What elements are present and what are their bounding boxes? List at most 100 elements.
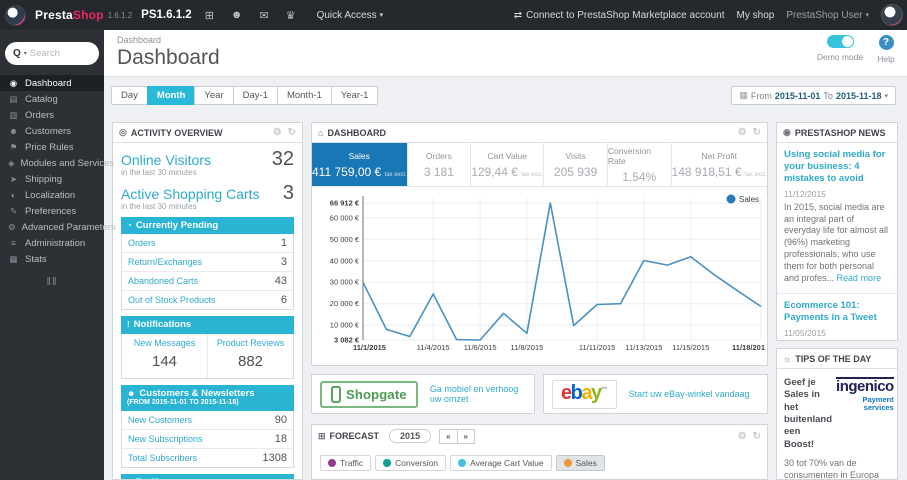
sidebar-item-orders[interactable]: ▥ Orders xyxy=(0,107,104,123)
sidebar-item-label: Administration xyxy=(25,237,86,249)
shopgate-link[interactable]: Ga mobiel en verhoog uw omzet xyxy=(430,384,526,404)
profile-icon[interactable]: ☻ xyxy=(227,9,247,21)
news-article-title[interactable]: Using social media for your business: 4 … xyxy=(784,149,890,185)
user-avatar[interactable] xyxy=(881,4,903,26)
pending-orders-link[interactable]: Orders xyxy=(128,238,156,248)
sidebar-item-advanced-parameters[interactable]: ⚙ Advanced Parameters xyxy=(0,219,116,235)
kpi-orders[interactable]: Orders 3 181 xyxy=(408,143,472,186)
gear-icon[interactable]: ⚙ xyxy=(273,127,282,138)
active-carts-label[interactable]: Active Shopping Carts xyxy=(121,186,260,202)
breadcrumb[interactable]: Dashboard xyxy=(117,35,161,45)
total-subscribers-link[interactable]: Total Subscribers xyxy=(128,453,197,463)
trophy-icon[interactable]: ♛ xyxy=(282,9,300,22)
new-subscriptions-link[interactable]: New Subscriptions xyxy=(128,434,203,444)
refresh-icon[interactable]: ↻ xyxy=(753,127,761,138)
kpi-cart-value[interactable]: Cart Value 129,44 € tax excl. xyxy=(471,143,545,186)
demo-mode-label: Demo mode xyxy=(816,52,864,62)
next-year-button[interactable]: » xyxy=(456,428,475,444)
kpi-net-profit[interactable]: Net Profit 148 918,51 € tax excl. xyxy=(672,143,767,186)
sidebar-item-modules[interactable]: ◈ Modules and Services xyxy=(0,155,114,171)
toggle-knob xyxy=(841,36,853,47)
gear-icon[interactable]: ⚙ xyxy=(738,431,747,442)
pending-abandoned-link[interactable]: Abandoned Carts xyxy=(128,276,198,286)
sidebar-item-catalog[interactable]: ▤ Catalog xyxy=(0,91,104,107)
online-visitors-metric: Online Visitors 32 in the last 30 minutes xyxy=(113,143,302,177)
help-button[interactable]: ? Help xyxy=(871,35,901,64)
gear-icon[interactable]: ⚙ xyxy=(738,127,747,138)
pending-outofstock-link[interactable]: Out of Stock Products xyxy=(128,295,216,305)
new-messages-value: 144 xyxy=(151,352,178,370)
shopgate-logo: Shopgate xyxy=(320,380,418,408)
forecast-panel-title: FORECAST xyxy=(329,431,380,441)
kpi-visits[interactable]: Visits 205 939 xyxy=(544,143,608,186)
demo-mode-group: Demo mode xyxy=(815,35,865,62)
dashboard-panel-icon: ⌂ xyxy=(318,127,324,138)
sidebar-item-dashboard[interactable]: ◉ Dashboard xyxy=(0,75,104,91)
ebay-module-card: ebay™ Start uw eBay-winkel vandaag xyxy=(543,374,768,414)
online-visitors-label[interactable]: Online Visitors xyxy=(121,152,211,168)
help-icon: ? xyxy=(878,35,894,50)
table-row: Return/Exchanges 3 xyxy=(122,253,293,273)
shopgate-module-card: Shopgate Ga mobiel en verhoog uw omzet xyxy=(311,374,535,414)
range-year-1-button[interactable]: Year-1 xyxy=(330,86,379,105)
clock-icon: ◔ xyxy=(127,220,132,230)
table-row: New Customers 90 xyxy=(122,411,293,430)
legend-average-cart-value-button[interactable]: Average Cart Value xyxy=(450,455,552,471)
marketplace-icon: ⇄ xyxy=(513,9,523,21)
sidebar-item-stats[interactable]: ▦ Stats xyxy=(0,251,104,267)
user-menu-label: PrestaShop User xyxy=(786,9,863,21)
sidebar-item-shipping[interactable]: ➤ Shipping xyxy=(0,171,104,187)
marketplace-link[interactable]: ⇄ Connect to PrestaShop Marketplace acco… xyxy=(514,10,725,21)
range-month-1-button[interactable]: Month-1 xyxy=(276,86,332,105)
notifications-section-title: Notifications xyxy=(133,319,192,331)
ingenico-tagline: Payment services xyxy=(862,395,894,413)
range-day-1-button[interactable]: Day-1 xyxy=(232,86,278,105)
prev-year-button[interactable]: « xyxy=(439,428,458,444)
kpi-value: 411 759,00 € xyxy=(312,164,382,179)
app-window: PrestaShop 1.6.1.2 PS1.6.1.2 ⊞ ☻ ✉ ♛ Qui… xyxy=(0,0,907,480)
dashboard-panel: ⌂ DASHBOARD ⚙ ↻ Sales 411 759,00 € tax exc… xyxy=(311,122,768,366)
kpi-sales[interactable]: Sales 411 759,00 € tax excl. xyxy=(312,143,408,186)
sidebar-item-price-rules[interactable]: ⚑ Price Rules xyxy=(0,139,104,155)
sidebar-item-customers[interactable]: ☻ Customers xyxy=(0,123,104,139)
new-customers-link[interactable]: New Customers xyxy=(128,415,192,425)
forecast-year: 2015 xyxy=(389,429,432,443)
my-shop-link[interactable]: My shop xyxy=(737,10,775,21)
demo-mode-toggle[interactable] xyxy=(826,35,854,48)
sidebar-item-localization[interactable]: ◐ Localization xyxy=(0,187,104,203)
sidebar-collapse-icon[interactable]: ‖‖ xyxy=(0,276,104,288)
range-day-button[interactable]: Day xyxy=(111,86,148,105)
refresh-icon[interactable]: ↻ xyxy=(288,127,296,138)
ebay-link[interactable]: Start uw eBay-winkel vandaag xyxy=(629,389,750,399)
svg-text:11/1/2015: 11/1/2015 xyxy=(353,343,386,352)
product-reviews-link[interactable]: Product Reviews xyxy=(210,338,291,348)
pending-returns-link[interactable]: Return/Exchanges xyxy=(128,257,202,267)
forecast-legend: Traffic Conversion Average Cart Value Sa… xyxy=(312,447,767,479)
news-panel-title: PRESTASHOP NEWS xyxy=(794,127,886,138)
user-menu[interactable]: PrestaShop User ▾ xyxy=(786,10,869,21)
kpi-conversion-rate[interactable]: Conversion Rate 1.54% xyxy=(608,143,672,186)
refresh-icon[interactable]: ↻ xyxy=(753,431,761,442)
legend-traffic-button[interactable]: Traffic xyxy=(320,455,372,471)
legend-sales-button[interactable]: Sales xyxy=(555,455,605,471)
legend-conversion-button[interactable]: Conversion xyxy=(375,455,447,471)
ingenico-wordmark: ingenico xyxy=(836,377,894,395)
kpi-label: Visits xyxy=(565,150,586,161)
read-more-link[interactable]: Read more xyxy=(837,273,882,283)
new-subscriptions-value: 18 xyxy=(274,432,287,445)
range-year-button[interactable]: Year xyxy=(194,86,234,105)
dashboard-icon: ◉ xyxy=(9,77,18,88)
sidebar-item-administration[interactable]: ≡ Administration xyxy=(0,235,104,251)
sidebar-item-label: Catalog xyxy=(25,93,58,105)
quick-access-menu[interactable]: Quick Access ▾ xyxy=(317,10,384,21)
range-month-button[interactable]: Month xyxy=(146,86,196,105)
new-messages-link[interactable]: New Messages xyxy=(124,338,205,348)
sidebar-item-preferences[interactable]: ✎ Preferences xyxy=(0,203,104,219)
news-article-title[interactable]: Ecommerce 101: Payments in a Tweet xyxy=(784,300,890,324)
average-cart-value-dot-icon xyxy=(458,459,467,467)
cart-icon[interactable]: ⊞ xyxy=(201,9,218,22)
date-range-picker[interactable]: ▦ From 2015-11-01 To 2015-11-18 ▾ xyxy=(731,86,896,105)
search-input[interactable]: Q ▾ Search xyxy=(5,42,99,65)
messages-icon[interactable]: ✉ xyxy=(255,9,272,22)
dashboard-panel-title: DASHBOARD xyxy=(327,127,386,138)
